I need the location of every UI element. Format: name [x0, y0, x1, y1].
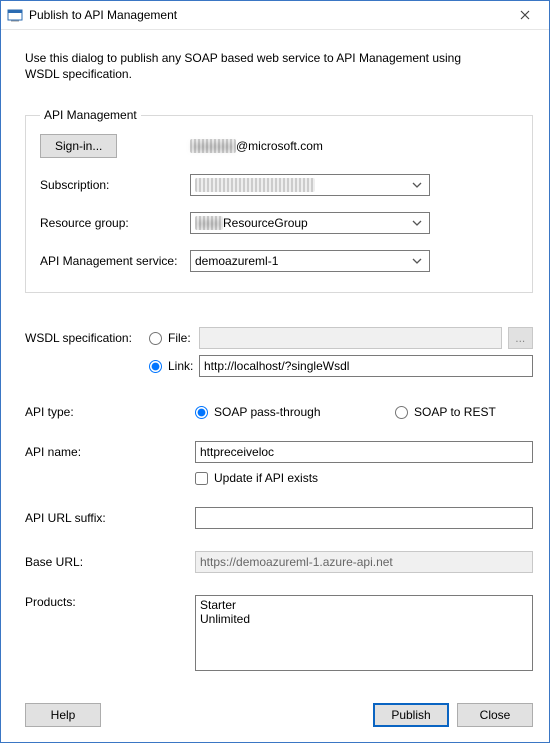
api-name-input[interactable] — [195, 441, 533, 463]
close-icon[interactable] — [503, 1, 547, 29]
subscription-label: Subscription: — [40, 178, 190, 192]
dialog-footer: Help Publish Close — [1, 697, 549, 745]
resource-group-select[interactable]: xxxxResourceGroup — [190, 212, 430, 234]
publish-button[interactable]: Publish — [373, 703, 449, 727]
api-suffix-label: API URL suffix: — [25, 511, 195, 525]
api-type-rest-radio[interactable]: SOAP to REST — [395, 405, 496, 419]
api-name-label: API name: — [25, 445, 195, 459]
window-title: Publish to API Management — [29, 8, 503, 22]
help-button[interactable]: Help — [25, 703, 101, 727]
list-item[interactable]: Unlimited — [200, 612, 528, 626]
wsdl-file-radio[interactable]: File: — [149, 331, 199, 345]
subscription-select[interactable] — [190, 174, 430, 196]
api-type-label: API type: — [25, 405, 195, 419]
wsdl-link-label: Link: — [168, 359, 193, 373]
title-bar: Publish to API Management — [1, 1, 549, 30]
products-label: Products: — [25, 595, 195, 609]
base-url-input — [195, 551, 533, 573]
api-suffix-input[interactable] — [195, 507, 533, 529]
service-select[interactable]: demoazureml-1 — [190, 250, 430, 272]
close-button[interactable]: Close — [457, 703, 533, 727]
sign-in-button[interactable]: Sign-in... — [40, 134, 117, 158]
app-icon — [7, 7, 23, 23]
account-label: xxxxxxx@microsoft.com — [190, 139, 323, 153]
api-management-group: API Management Sign-in... xxxxxxx@micros… — [25, 108, 533, 293]
resource-group-label: Resource group: — [40, 216, 190, 230]
wsdl-link-radio[interactable]: Link: — [149, 359, 199, 373]
chevron-down-icon — [409, 182, 425, 188]
api-type-passthrough-radio[interactable]: SOAP pass-through — [195, 405, 395, 419]
products-list[interactable]: Starter Unlimited — [195, 595, 533, 671]
wsdl-link-input[interactable] — [199, 355, 533, 377]
wsdl-file-input — [199, 327, 502, 349]
group-legend: API Management — [40, 108, 141, 122]
chevron-down-icon — [409, 220, 425, 226]
intro-text: Use this dialog to publish any SOAP base… — [25, 50, 495, 82]
update-if-exists-checkbox[interactable]: Update if API exists — [195, 471, 533, 485]
wsdl-label: WSDL specification: — [25, 331, 149, 345]
base-url-label: Base URL: — [25, 555, 195, 569]
list-item[interactable]: Starter — [200, 598, 528, 612]
wsdl-file-label: File: — [168, 331, 191, 345]
service-label: API Management service: — [40, 254, 190, 268]
chevron-down-icon — [409, 258, 425, 264]
browse-button[interactable]: ... — [508, 327, 533, 349]
dialog-content: Use this dialog to publish any SOAP base… — [1, 30, 549, 697]
